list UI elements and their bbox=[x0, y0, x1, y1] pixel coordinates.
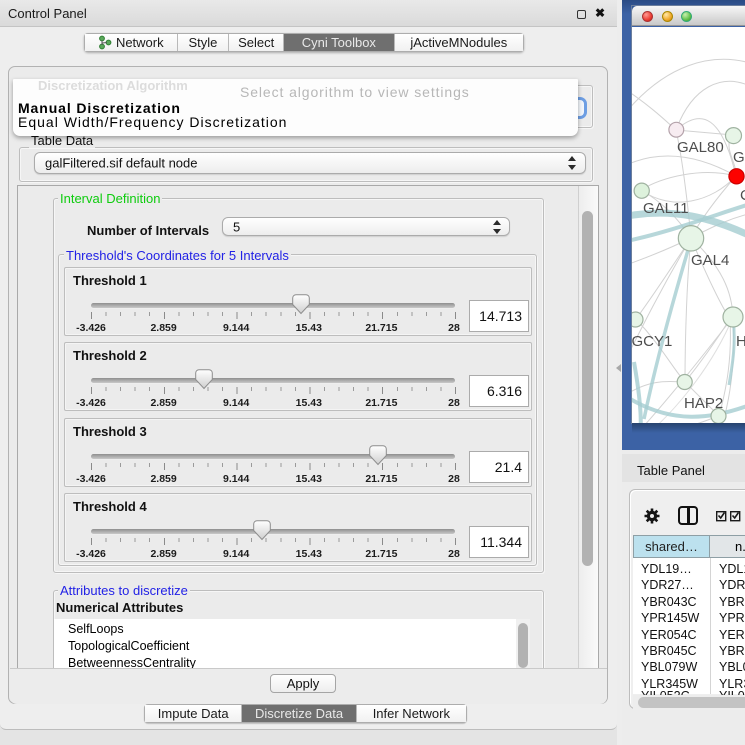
svg-text:H: H bbox=[736, 333, 745, 350]
svg-text:GAL80: GAL80 bbox=[677, 139, 724, 156]
svg-text:GAL4: GAL4 bbox=[691, 252, 729, 269]
svg-text:C: C bbox=[740, 187, 745, 204]
svg-text:HAP2: HAP2 bbox=[684, 395, 723, 412]
svg-text:GCY1: GCY1 bbox=[632, 333, 672, 350]
svg-text:G.: G. bbox=[733, 149, 745, 166]
svg-text:GAL11: GAL11 bbox=[643, 200, 689, 217]
